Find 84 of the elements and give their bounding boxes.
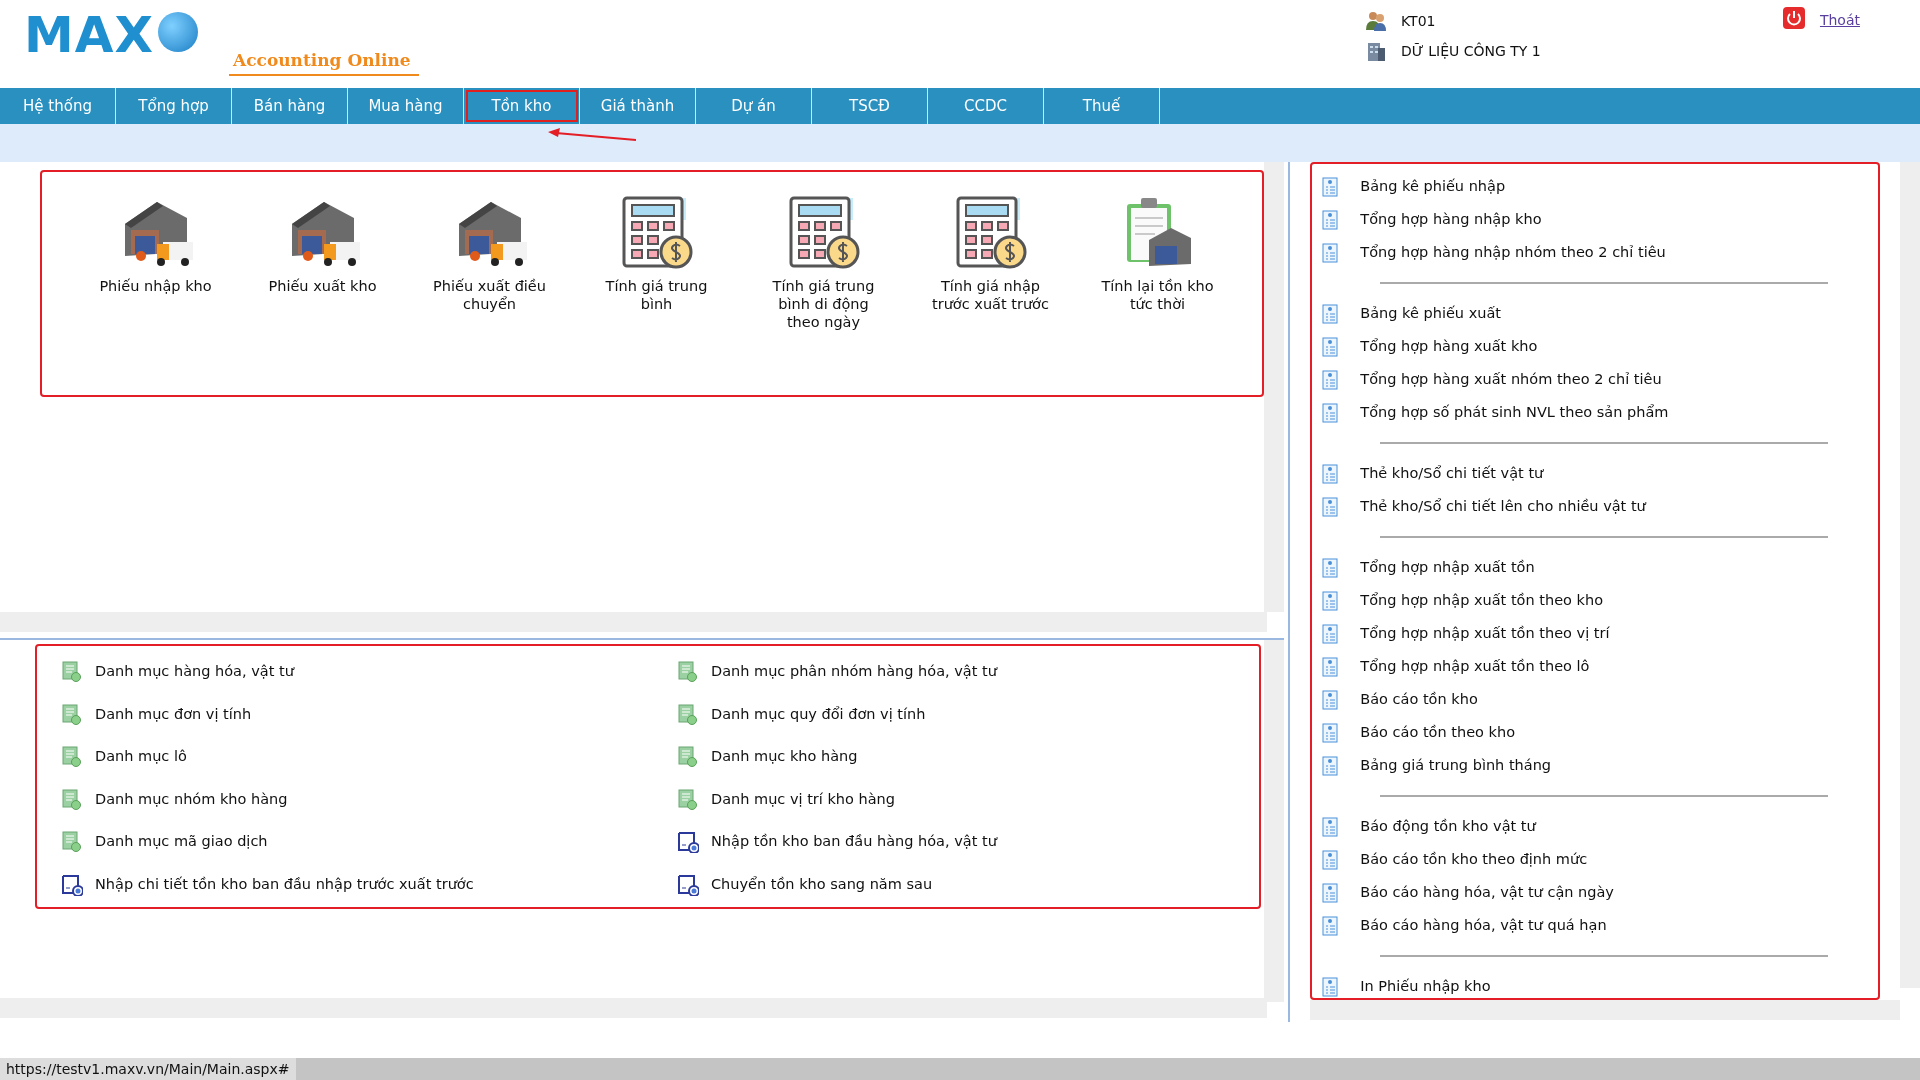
report-link[interactable]: Báo cáo tồn theo kho	[1360, 721, 1516, 744]
report-link[interactable]: Báo động tồn kho vật tư	[1360, 815, 1536, 838]
building-icon	[1365, 40, 1387, 62]
report-link[interactable]: Tổng hợp nhập xuất tồn	[1360, 556, 1535, 579]
report-icon	[1322, 242, 1339, 263]
catalog-link[interactable]: Danh mục kho hàng	[711, 746, 858, 769]
document-icon	[61, 831, 83, 854]
user-name: KT01	[1401, 11, 1436, 31]
report-icon	[1322, 689, 1339, 710]
catalog-link[interactable]: Danh mục hàng hóa, vật tư	[95, 661, 294, 684]
document-check-icon	[677, 873, 699, 896]
report-link[interactable]: Tổng hợp hàng xuất nhóm theo 2 chỉ tiêu	[1360, 368, 1662, 391]
report-icon	[1322, 656, 1339, 677]
logout-link[interactable]: Thoát	[1819, 10, 1860, 31]
status-url: https://testv1.maxv.vn/Main/Main.aspx#	[0, 1058, 296, 1080]
document-check-icon	[677, 831, 699, 854]
task-label[interactable]: Phiếu xuất kho	[268, 277, 377, 296]
report-icon	[1322, 209, 1339, 230]
report-icon	[1322, 557, 1339, 578]
report-link[interactable]: Tổng hợp hàng nhập kho	[1360, 208, 1542, 231]
logo-text: MAX	[24, 6, 154, 64]
report-link[interactable]: Tổng hợp hàng xuất kho	[1360, 335, 1538, 358]
report-icon	[1322, 496, 1339, 517]
report-icon	[1322, 849, 1339, 870]
report-icon	[1322, 336, 1339, 357]
document-icon	[677, 703, 699, 726]
catalog-link[interactable]: Danh mục lô	[95, 746, 187, 769]
report-link[interactable]: Thẻ kho/Sổ chi tiết vật tư	[1360, 462, 1544, 485]
catalog-link[interactable]: Danh mục vị trí kho hàng	[711, 788, 895, 811]
task-label[interactable]: Tính giá trung bình di động theo ngày	[762, 277, 885, 332]
users-icon	[1365, 10, 1387, 32]
task-label[interactable]: Phiếu xuất điều chuyển	[428, 277, 551, 314]
catalog-link[interactable]: Chuyển tồn kho sang năm sau	[711, 873, 933, 896]
report-icon	[1322, 722, 1339, 743]
report-icon	[1322, 463, 1339, 484]
task-label[interactable]: Phiếu nhập kho	[99, 277, 212, 296]
report-link[interactable]: Báo cáo tồn kho theo định mức	[1360, 848, 1588, 871]
report-link[interactable]: Báo cáo tồn kho	[1360, 688, 1478, 711]
report-icon	[1322, 755, 1339, 776]
report-icon	[1322, 623, 1339, 644]
power-icon[interactable]	[1781, 6, 1806, 30]
document-icon	[677, 788, 699, 811]
catalog-link[interactable]: Nhập chi tiết tồn kho ban đầu nhập trước xuất trước	[95, 873, 474, 896]
report-link[interactable]: Bảng kê phiếu nhập	[1360, 175, 1506, 198]
report-link[interactable]: Tổng hợp nhập xuất tồn theo kho	[1360, 589, 1603, 612]
report-icon	[1322, 590, 1339, 611]
report-icon	[1322, 176, 1339, 197]
task-label[interactable]: Tính lại tồn kho tức thời	[1096, 277, 1219, 314]
report-icon	[1322, 402, 1339, 423]
document-icon	[61, 703, 83, 726]
report-link[interactable]: Tổng hợp số phát sinh NVL theo sản phẩm	[1360, 401, 1669, 424]
report-link[interactable]: Tổng hợp nhập xuất tồn theo lô	[1360, 655, 1590, 678]
report-link[interactable]: Tổng hợp nhập xuất tồn theo vị trí	[1360, 622, 1610, 645]
report-link[interactable]: Báo cáo hàng hóa, vật tư quá hạn	[1360, 914, 1607, 937]
task-label[interactable]: Tính giá trung bình	[595, 277, 718, 314]
document-icon	[61, 746, 83, 769]
report-icon	[1322, 915, 1339, 936]
document-icon	[677, 661, 699, 684]
report-icon	[1322, 976, 1339, 997]
document-check-icon	[61, 873, 83, 896]
report-icon	[1322, 816, 1339, 837]
document-icon	[61, 788, 83, 811]
catalog-link[interactable]: Danh mục đơn vị tính	[95, 703, 252, 726]
company-name: DỮ LIỆU CÔNG TY 1	[1401, 41, 1541, 61]
report-link[interactable]: Thẻ kho/Sổ chi tiết lên cho nhiều vật tư	[1360, 495, 1646, 518]
report-link[interactable]: In Phiếu nhập kho	[1360, 975, 1491, 998]
catalog-link[interactable]: Danh mục mã giao dịch	[95, 831, 268, 854]
catalog-link[interactable]: Danh mục nhóm kho hàng	[95, 788, 288, 811]
document-icon	[61, 661, 83, 684]
report-link[interactable]: Bảng kê phiếu xuất	[1360, 302, 1501, 325]
report-link[interactable]: Tổng hợp hàng nhập nhóm theo 2 chỉ tiêu	[1360, 241, 1666, 264]
task-label[interactable]: Tính giá nhập trước xuất trước	[929, 277, 1052, 314]
catalog-link[interactable]: Danh mục quy đổi đơn vị tính	[711, 703, 926, 726]
catalog-link[interactable]: Danh mục phân nhóm hàng hóa, vật tư	[711, 661, 997, 684]
report-icon	[1322, 369, 1339, 390]
catalog-link[interactable]: Nhập tồn kho ban đầu hàng hóa, vật tư	[711, 831, 997, 854]
logo-tagline: Accounting Online	[229, 48, 419, 76]
report-link[interactable]: Bảng giá trung bình tháng	[1360, 754, 1552, 777]
document-icon	[677, 746, 699, 769]
report-icon	[1322, 303, 1339, 324]
report-link[interactable]: Báo cáo hàng hóa, vật tư cận ngày	[1360, 881, 1614, 904]
globe-icon	[157, 12, 198, 52]
report-icon	[1322, 882, 1339, 903]
menu-tab[interactable]: Tồn kho	[464, 88, 580, 124]
